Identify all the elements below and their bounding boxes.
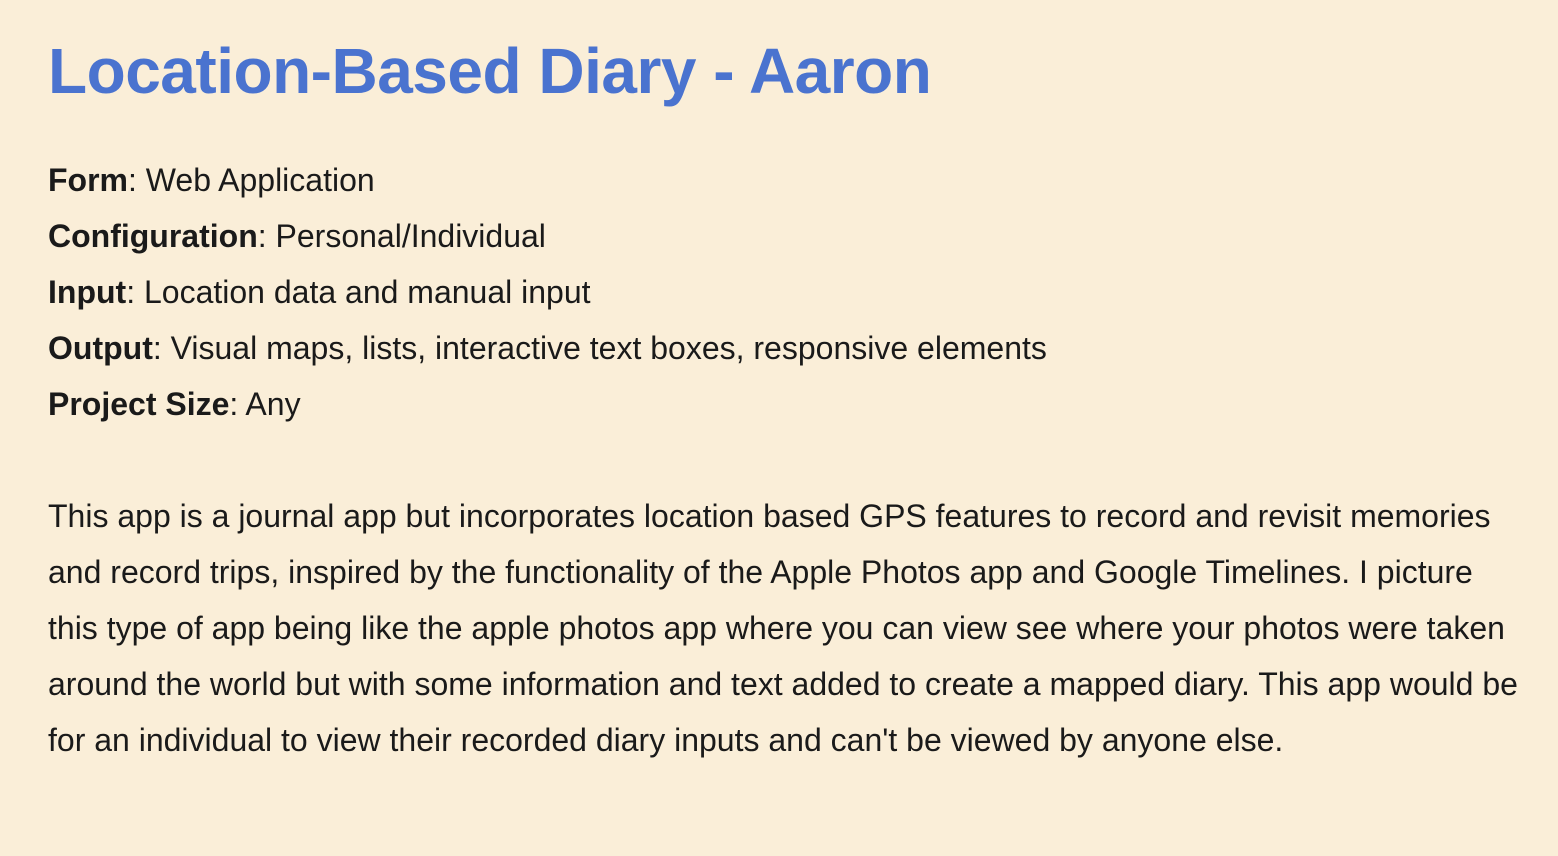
page-title: Location-Based Diary - Aaron: [48, 35, 932, 107]
meta-row-project-size: Project Size: Any: [48, 386, 301, 422]
meta-row-form: Form: Web Application: [48, 162, 375, 198]
page: Location-Based Diary - Aaron Form: Web A…: [0, 0, 1558, 856]
meta-row-configuration: Configuration: Personal/Individual: [48, 218, 546, 254]
meta-key: Output: [48, 330, 153, 366]
meta-key: Form: [48, 162, 128, 198]
project-meta-list: Form: Web Application Configuration: Per…: [48, 152, 1047, 432]
meta-key: Input: [48, 274, 127, 310]
meta-value: Personal/Individual: [275, 218, 546, 254]
meta-value: Web Application: [145, 162, 375, 198]
project-description: This app is a journal app but incorporat…: [48, 498, 1518, 758]
meta-value: Any: [245, 386, 301, 422]
meta-key: Project Size: [48, 386, 230, 422]
meta-value: Location data and manual input: [143, 274, 591, 310]
meta-row-output: Output: Visual maps, lists, interactive …: [48, 330, 1047, 366]
meta-key: Configuration: [48, 218, 258, 254]
meta-row-input: Input: Location data and manual input: [48, 274, 591, 310]
meta-value: Visual maps, lists, interactive text box…: [170, 330, 1047, 366]
